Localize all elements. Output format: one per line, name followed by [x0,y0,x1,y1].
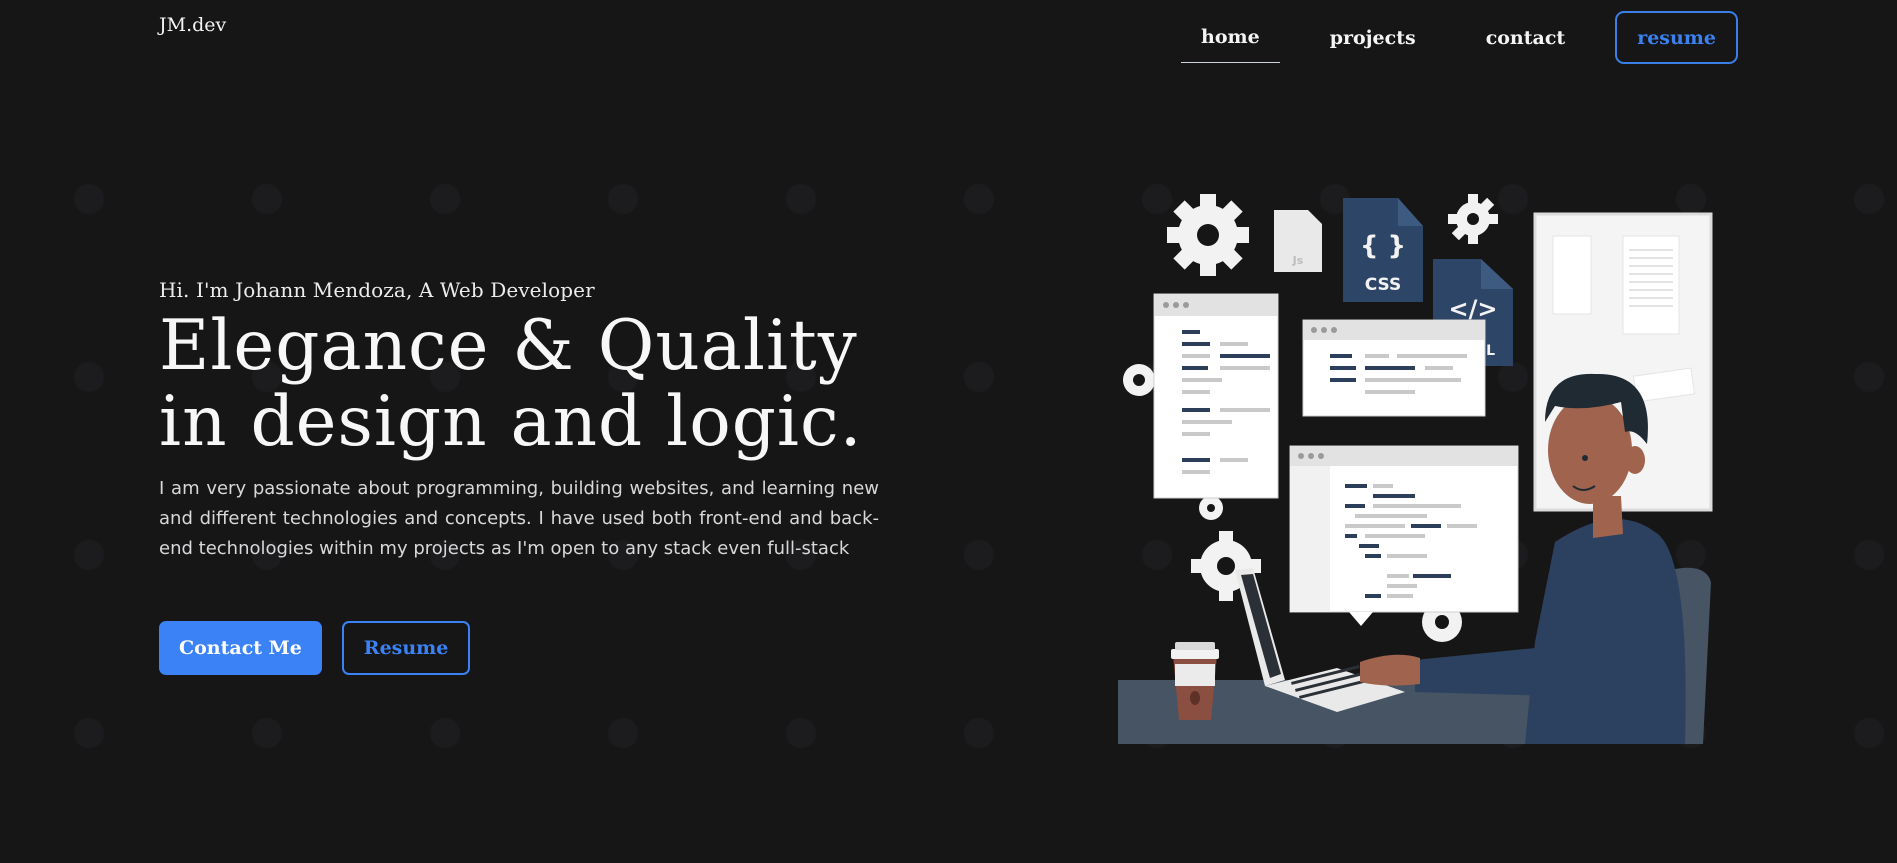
nav-projects[interactable]: projects [1310,12,1436,63]
js-file-label: Js [1292,254,1304,267]
gear-icon [1167,194,1249,276]
css-file-label: CSS [1365,275,1402,295]
gear-icon [1448,194,1498,244]
hero-actions: Contact Me Resume [159,621,471,675]
developer-illustration: Js { } CSS </> HTML [1118,194,1713,744]
html-tag: </> [1449,295,1498,323]
nav-resume-button[interactable]: resume [1615,11,1738,64]
hero-greeting: Hi. I'm Johann Mendoza, A Web Developer [159,278,595,302]
nav-contact[interactable]: contact [1466,12,1586,63]
code-window [1153,293,1279,499]
resume-button[interactable]: Resume [341,621,471,675]
nav-home[interactable]: home [1181,12,1280,63]
gear-icon [1199,496,1223,520]
headline-line-2: in design and logic. [159,382,863,462]
brand-logo[interactable]: JM.dev [159,14,226,36]
gear-icon [1123,364,1155,396]
file-icon: Js [1274,210,1322,272]
top-nav: home projects contact resume [1181,11,1738,64]
code-window [1302,319,1486,417]
code-window [1289,445,1519,626]
hero-description: I am very passionate about programming, … [159,478,879,559]
hero-section: Hi. I'm Johann Mendoza, A Web Developer … [159,278,879,564]
contact-me-button[interactable]: Contact Me [159,621,322,675]
hero-headline: Elegance & Quality in design and logic. [159,308,879,460]
css-braces: { } [1360,231,1406,261]
headline-line-1: Elegance & Quality [159,306,858,386]
coffee-cup-icon [1171,642,1219,720]
file-icon: { } CSS [1343,198,1423,302]
